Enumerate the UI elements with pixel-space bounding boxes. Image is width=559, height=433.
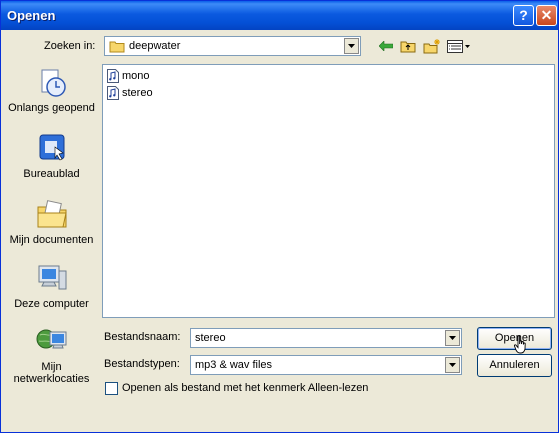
view-menu-icon — [447, 39, 470, 53]
places-bar: Onlangs geopend Bureaublad Mijn document… — [5, 64, 98, 392]
chevron-down-icon — [348, 44, 355, 48]
list-item[interactable]: mono — [107, 68, 150, 84]
filetype-label: Bestandstypen: — [104, 358, 180, 370]
file-list[interactable]: mono stereo — [102, 64, 555, 318]
list-item[interactable]: stereo — [107, 85, 153, 101]
place-my-computer-label: Deze computer — [14, 298, 89, 310]
readonly-checkbox-label: Openen als bestand met het kenmerk Allee… — [122, 382, 369, 394]
place-recent[interactable]: Onlangs geopend — [5, 67, 98, 114]
place-desktop-label: Bureaublad — [23, 168, 80, 180]
open-dialog: Openen ? ✕ Zoeken in: deepwater Onlangs … — [0, 0, 559, 433]
title-bar[interactable]: Openen ? ✕ — [1, 1, 558, 30]
place-network-label: Mijn netwerklocaties — [13, 361, 90, 385]
help-icon: ? — [519, 7, 528, 23]
cancel-button[interactable]: Annuleren — [477, 354, 552, 377]
filename-label: Bestandsnaam: — [104, 331, 181, 343]
filetype-dropdown-button[interactable] — [445, 357, 460, 373]
place-my-documents-label: Mijn documenten — [9, 234, 94, 246]
close-button[interactable]: ✕ — [536, 5, 557, 26]
folder-icon — [109, 40, 125, 56]
place-recent-label: Onlangs geopend — [8, 102, 95, 114]
hand-cursor-icon — [514, 335, 526, 354]
new-folder-button[interactable] — [422, 37, 442, 55]
look-in-label: Zoeken in: — [44, 40, 96, 52]
close-icon: ✕ — [540, 7, 553, 23]
back-arrow-icon — [379, 41, 393, 51]
file-name: mono — [122, 70, 150, 82]
up-folder-icon — [400, 41, 416, 53]
filename-field[interactable]: stereo — [190, 328, 462, 348]
filetype-value: mp3 & wav files — [195, 359, 273, 371]
my-computer-icon — [38, 265, 66, 290]
audio-file-icon — [107, 69, 119, 83]
desktop-icon — [39, 134, 64, 161]
audio-file-icon — [107, 86, 119, 100]
view-menu-button[interactable] — [446, 37, 472, 55]
place-desktop[interactable]: Bureaublad — [5, 133, 98, 180]
place-my-computer[interactable]: Deze computer — [5, 263, 98, 310]
new-folder-icon — [423, 38, 440, 53]
help-button[interactable]: ? — [513, 5, 534, 26]
filetype-dropdown[interactable]: mp3 & wav files — [190, 355, 462, 375]
filename-dropdown-button[interactable] — [445, 330, 460, 346]
place-my-documents[interactable]: Mijn documenten — [5, 199, 98, 246]
chevron-down-icon — [449, 336, 456, 340]
look-in-dropdown[interactable]: deepwater — [104, 36, 361, 56]
place-network[interactable]: Mijn netwerklocaties — [5, 326, 98, 385]
look-in-dropdown-button[interactable] — [344, 38, 359, 54]
up-folder-button[interactable] — [398, 37, 418, 55]
look-in-value: deepwater — [129, 40, 181, 52]
filename-value: stereo — [195, 332, 226, 344]
recent-documents-icon — [41, 69, 66, 97]
chevron-down-icon — [449, 363, 456, 367]
my-documents-icon — [37, 200, 67, 228]
network-places-icon — [36, 329, 66, 349]
file-name: stereo — [122, 87, 153, 99]
readonly-checkbox[interactable] — [105, 382, 118, 395]
back-button[interactable] — [376, 37, 396, 55]
window-title: Openen — [7, 8, 56, 23]
